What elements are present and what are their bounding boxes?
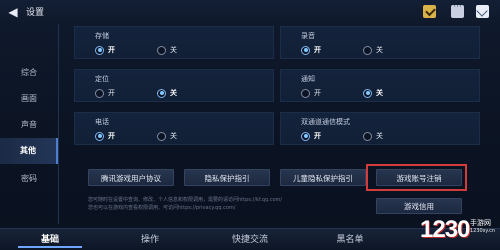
phone-setting: 电话 开 关 — [74, 112, 274, 145]
radio-unchecked-icon — [301, 88, 310, 98]
recording-on-option[interactable]: 开 — [301, 44, 321, 56]
radio-unchecked-icon — [157, 45, 166, 55]
tab-blacklist[interactable]: 黑名单 — [300, 229, 400, 250]
location-label: 定位 — [95, 75, 109, 83]
watermark-sub: 手游网 — [470, 219, 491, 227]
radio-unchecked-icon — [363, 45, 372, 55]
sidebar-item-other[interactable]: 其他 — [0, 138, 58, 164]
dual-channel-on-option[interactable]: 开 — [301, 130, 321, 142]
privacy-guide-button[interactable]: 隐私保护指引 — [184, 169, 270, 186]
storage-off-option[interactable]: 关 — [157, 44, 177, 56]
mail-icon[interactable] — [476, 5, 489, 18]
storage-label: 存储 — [95, 32, 109, 40]
watermark-url: 1230sy.cn — [470, 228, 496, 234]
recording-label: 录音 — [301, 32, 315, 40]
phone-off-option[interactable]: 关 — [157, 130, 177, 142]
game-credit-button[interactable]: 游戏信用 — [376, 198, 462, 214]
storage-on-option[interactable]: 开 — [95, 44, 115, 56]
settings-screen: ◀ 设置 综合 画面 声音 其他 密码 存储 开 关 录音 — [0, 0, 500, 250]
chat-icon[interactable] — [451, 2, 464, 18]
location-off-option[interactable]: 关 — [157, 87, 177, 99]
recording-setting: 录音 开 关 — [280, 26, 480, 59]
radio-checked-icon — [95, 131, 104, 141]
location-on-option[interactable]: 开 — [95, 87, 115, 99]
dual-channel-label: 双通道通信模式 — [301, 118, 350, 126]
radio-checked-icon — [95, 45, 104, 55]
sidebar-item-sound[interactable]: 声音 — [0, 112, 58, 138]
radio-unchecked-icon — [95, 88, 104, 98]
radio-unchecked-icon — [157, 131, 166, 141]
radio-checked-icon — [301, 131, 310, 141]
radio-checked-icon — [301, 45, 310, 55]
task-icon[interactable] — [423, 5, 436, 18]
tab-quick-chat[interactable]: 快捷交流 — [200, 229, 300, 250]
notification-off-option[interactable]: 关 — [363, 87, 383, 99]
notification-label: 通知 — [301, 75, 315, 83]
watermark-brand: 1230 — [420, 216, 470, 243]
sidebar-item-password[interactable]: 密码 — [0, 166, 58, 192]
highlight-box — [366, 164, 467, 191]
watermark-logo: 1230 手游网 1230sy.cn — [420, 214, 500, 250]
privacy-note: 您可随时在设置中查询、修改、个人信息和权限调用，需要的请访问https://kf… — [88, 196, 368, 212]
page-title: 设置 — [26, 8, 45, 18]
sidebar: 综合 画面 声音 其他 密码 — [0, 24, 58, 228]
sidebar-divider — [58, 24, 59, 224]
dual-channel-off-option[interactable]: 关 — [363, 130, 383, 142]
location-setting: 定位 开 关 — [74, 69, 274, 102]
radio-checked-icon — [363, 88, 372, 98]
tab-controls[interactable]: 操作 — [100, 229, 200, 250]
dual-channel-setting: 双通道通信模式 开 关 — [280, 112, 480, 145]
back-icon[interactable]: ◀ — [6, 5, 20, 19]
sidebar-item-display[interactable]: 画面 — [0, 86, 58, 112]
active-tab-indicator — [18, 246, 82, 248]
storage-setting: 存储 开 关 — [74, 26, 274, 59]
radio-checked-icon — [157, 88, 166, 98]
sidebar-item-general[interactable]: 综合 — [0, 60, 58, 86]
user-agreement-button[interactable]: 腾讯游戏用户协议 — [88, 169, 174, 186]
notification-setting: 通知 开 关 — [280, 69, 480, 102]
phone-label: 电话 — [95, 118, 109, 126]
header-bar: ◀ 设置 — [0, 0, 500, 24]
notification-on-option[interactable]: 开 — [301, 87, 321, 99]
recording-off-option[interactable]: 关 — [363, 44, 383, 56]
privacy-note-line1: 您可随时在设置中查询、修改、个人信息和权限调用，需要的请访问https://kf… — [88, 197, 283, 203]
privacy-note-line2: 您也可以在游戏内查看权限调用、可访问https://privacy.qq.com… — [88, 205, 236, 211]
phone-on-option[interactable]: 开 — [95, 130, 115, 142]
child-privacy-guide-button[interactable]: 儿童隐私保护指引 — [280, 169, 366, 186]
radio-unchecked-icon — [363, 131, 372, 141]
